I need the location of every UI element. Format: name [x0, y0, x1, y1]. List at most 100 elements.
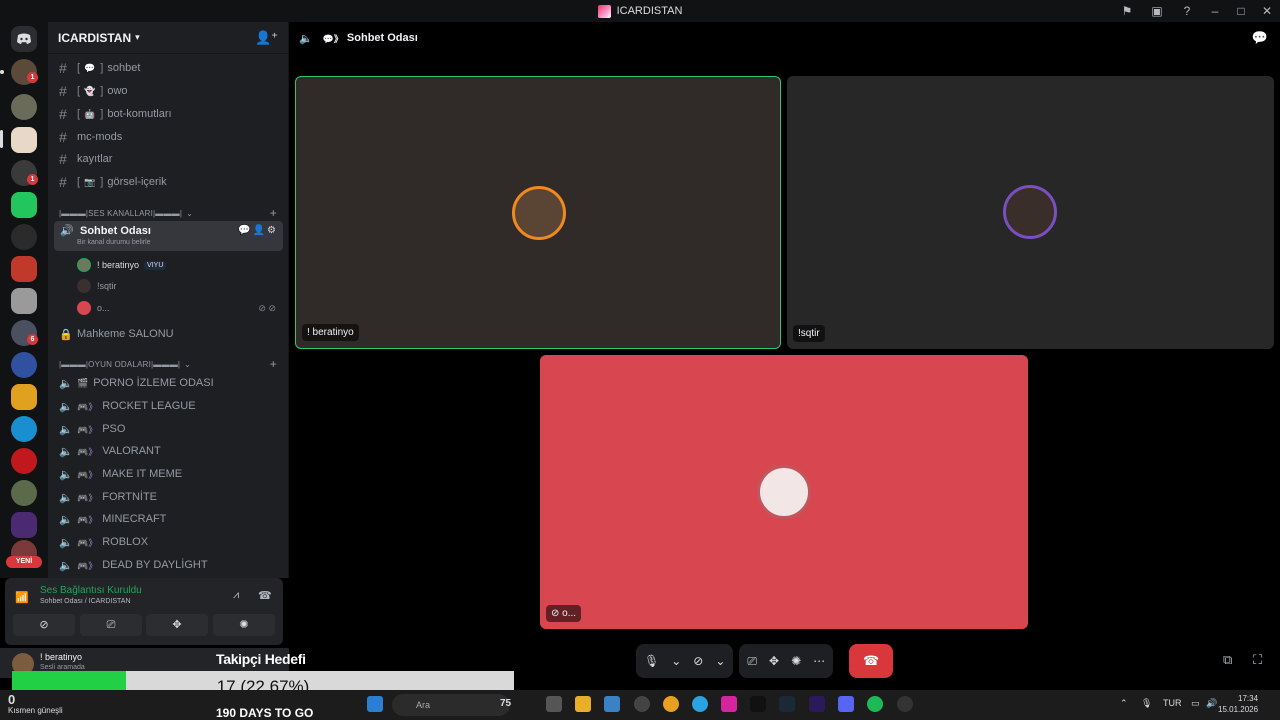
store-icon[interactable]: [604, 696, 620, 712]
chrome-icon[interactable]: [663, 696, 679, 712]
server-icon[interactable]: [11, 480, 37, 506]
text-channel[interactable]: # [👻] owo: [54, 81, 283, 101]
screen-share-icon[interactable]: ⎚: [747, 654, 757, 669]
microphone-icon[interactable]: 🎙: [644, 654, 659, 668]
text-channel[interactable]: # kayıtlar: [54, 149, 283, 169]
voice-channel[interactable]: 🔈 🎬 PORNO İZLEME ODASI: [54, 373, 283, 393]
voice-channel[interactable]: 🔈 🎮》 MAKE IT MEME: [54, 464, 283, 484]
fullscreen-icon[interactable]: ⛶: [1253, 652, 1262, 668]
soundboard-icon[interactable]: ✺: [791, 654, 801, 668]
voice-channel[interactable]: 🔈 🎮》 FORTNİTE: [54, 487, 283, 507]
channel-name: mc-mods: [77, 131, 123, 143]
maximize-button[interactable]: □: [1228, 4, 1254, 18]
activities-icon[interactable]: ✥: [769, 654, 779, 668]
inbox-icon[interactable]: ▣: [1142, 4, 1172, 18]
clock[interactable]: 17:34 15.01.2026: [1218, 693, 1258, 715]
participant-tile[interactable]: !sqtir: [787, 76, 1274, 349]
server-icon[interactable]: [11, 224, 37, 250]
end-call-button[interactable]: ☎: [849, 644, 894, 678]
voice-status[interactable]: Ses Bağlantısı Kuruldu: [40, 585, 142, 596]
screen-share-button[interactable]: ⎚: [80, 614, 142, 636]
text-channel[interactable]: # [📷] görsel-içerik: [54, 172, 283, 192]
gear-icon[interactable]: ⚙: [267, 225, 278, 236]
server-icon[interactable]: [11, 512, 37, 538]
server-icon[interactable]: [11, 384, 37, 410]
taskbar: 0 Kısmen güneşli Ara 75 ⌃ 🎙 TUR ▭ 🔊 17:3…: [0, 690, 1280, 720]
discord-icon[interactable]: [838, 696, 854, 712]
speaker-icon: 🔈: [59, 423, 73, 436]
chevron-down-icon[interactable]: ⌄: [671, 654, 681, 668]
volume-icon[interactable]: 🔊: [1206, 698, 1217, 709]
close-button[interactable]: ✕: [1254, 4, 1280, 18]
voice-channel[interactable]: 🔈 🎮》 MINECRAFT: [54, 509, 283, 529]
obs-icon[interactable]: [897, 696, 913, 712]
server-icon[interactable]: [11, 256, 37, 282]
server-icon[interactable]: [11, 448, 37, 474]
participant-tile[interactable]: ⊘ o...: [540, 355, 1028, 629]
voice-channel[interactable]: 🔈 🎮》 ROCKET LEAGUE: [54, 396, 283, 416]
voice-user[interactable]: !sqtir: [77, 276, 117, 296]
minimize-button[interactable]: –: [1202, 4, 1228, 18]
create-channel-icon[interactable]: +: [270, 206, 277, 220]
voice-channel[interactable]: 🔈 🎮》 PSO: [54, 419, 283, 439]
voice-channel[interactable]: 🔈 🎮》 ROBLOX: [54, 532, 283, 552]
weather-widget[interactable]: 0 Kısmen güneşli: [8, 693, 63, 715]
voice-channel[interactable]: 🔈 🎮》 DEAD BY DAYLİGHT: [54, 555, 283, 575]
noise-suppression-icon[interactable]: ⩘: [233, 589, 239, 602]
task-view-icon[interactable]: [546, 696, 562, 712]
chat-icon[interactable]: 💬: [1252, 30, 1268, 46]
voice-channel-active[interactable]: 🔊 Sohbet Odası Bir kanal durumu belirle …: [54, 221, 283, 251]
server-icon[interactable]: [11, 94, 37, 120]
file-explorer-icon[interactable]: [575, 696, 591, 712]
windows-start-icon[interactable]: [367, 696, 383, 712]
create-channel-icon[interactable]: +: [270, 357, 277, 371]
participant-tile[interactable]: ! beratinyo: [295, 76, 781, 349]
tiktok-icon[interactable]: [750, 696, 766, 712]
network-icon[interactable]: ▭: [1191, 698, 1200, 709]
speaker-icon: 🔈: [59, 400, 73, 413]
text-channel[interactable]: # mc-mods: [54, 127, 283, 147]
server-icon-icardistan[interactable]: [11, 127, 37, 153]
spotify-icon[interactable]: [867, 696, 883, 712]
popout-icon[interactable]: ⧉: [1223, 652, 1232, 668]
flag-icon[interactable]: ⚑: [1112, 4, 1142, 18]
voice-user[interactable]: ! beratinyo VIYU: [77, 255, 167, 275]
voice-channel[interactable]: 🔈 🎮》 VALORANT: [54, 441, 283, 461]
camera-toggle-button[interactable]: ⊘: [13, 614, 75, 636]
invite-people-icon[interactable]: 👤⁺: [255, 30, 278, 46]
voice-channel-locked[interactable]: 🔒 Mahkeme SALONU: [54, 324, 283, 344]
server-icon[interactable]: [11, 416, 37, 442]
disconnect-icon[interactable]: ☎: [258, 589, 272, 602]
more-icon[interactable]: ⋯: [813, 654, 825, 668]
activities-button[interactable]: ✥: [146, 614, 208, 636]
signal-icon[interactable]: 📶: [15, 591, 29, 604]
chat-icon[interactable]: 💬: [238, 225, 252, 236]
voice-user[interactable]: o...: [77, 298, 110, 318]
category-game-rooms[interactable]: |▬▬▬|OYUN ODALARI|▬▬▬| ⌄ +: [54, 356, 283, 372]
invite-icon[interactable]: 👤: [253, 225, 267, 236]
text-channel[interactable]: # [🤖] bot-komutları: [54, 104, 283, 124]
server-header[interactable]: ICARDISTAN ▾ 👤⁺: [48, 22, 288, 54]
category-voice-channels[interactable]: |▬▬▬|SES KANALLARI|▬▬▬| ⌄ +: [54, 205, 283, 221]
server-icon[interactable]: [11, 288, 37, 314]
microphone-icon[interactable]: 🎙: [1141, 698, 1152, 709]
steam-icon[interactable]: [779, 696, 795, 712]
chevron-down-icon: ⌄: [184, 359, 192, 369]
channel-status[interactable]: Bir kanal durumu belirle: [77, 239, 151, 246]
text-channel[interactable]: # [💬] sohbet: [54, 58, 283, 78]
telegram-icon[interactable]: [692, 696, 708, 712]
language-indicator[interactable]: TUR: [1163, 698, 1182, 708]
voice-location[interactable]: Sohbet Odası / ICARDISTAN: [40, 598, 131, 605]
instagram-icon[interactable]: [721, 696, 737, 712]
discord-home-icon[interactable]: [11, 26, 37, 52]
chevron-up-icon[interactable]: ⌃: [1120, 698, 1128, 709]
server-icon[interactable]: [11, 352, 37, 378]
soundboard-button[interactable]: ✺: [213, 614, 275, 636]
chevron-down-icon[interactable]: ⌄: [715, 654, 725, 668]
after-effects-icon[interactable]: [809, 696, 825, 712]
camera-off-icon[interactable]: ⊘: [693, 654, 703, 668]
app-icon[interactable]: [634, 696, 650, 712]
kick-server-icon[interactable]: [11, 192, 37, 218]
search-box[interactable]: Ara: [392, 694, 510, 716]
help-icon[interactable]: ?: [1172, 4, 1202, 18]
